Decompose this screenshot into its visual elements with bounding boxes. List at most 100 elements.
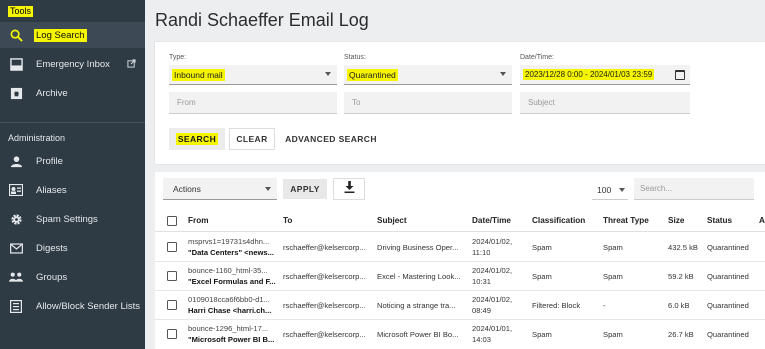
sidebar-item-label: Archive xyxy=(36,87,68,99)
col-threat-type[interactable]: Threat Type xyxy=(603,216,649,225)
sidebar-item-label: Log Search xyxy=(34,28,87,42)
chevron-down-icon xyxy=(325,72,331,76)
classification: Spam xyxy=(532,272,552,281)
sidebar-item-groups[interactable]: Groups xyxy=(0,264,145,290)
table-row[interactable]: bounce-1160_html-35... "Excel Formulas a… xyxy=(155,262,765,291)
table-row[interactable]: bounce-1296_html-17... "Microsoft Power … xyxy=(155,320,765,349)
date: 2024/01/02, xyxy=(472,295,513,304)
subject: Excel - Mastering Look... xyxy=(377,272,461,281)
results-search-input[interactable]: Search... xyxy=(634,178,754,200)
to-input[interactable]: To xyxy=(344,92,512,114)
clear-button[interactable]: CLEAR xyxy=(229,128,275,150)
table-row[interactable]: 0109018cca6f6bb0-d1... Harri Chase <harr… xyxy=(155,291,765,320)
to-address: rschaeffer@kelsercorp... xyxy=(283,330,366,339)
date: 2024/01/02, xyxy=(472,266,513,275)
status-select[interactable]: Quarantined xyxy=(344,65,512,85)
col-status[interactable]: Status xyxy=(707,216,732,225)
row-checkbox[interactable] xyxy=(167,242,177,252)
sidebar-item-profile[interactable]: Profile xyxy=(0,148,145,174)
status: Quarantined xyxy=(707,272,749,281)
status-label: Status: xyxy=(344,54,366,61)
from-name: "Excel Formulas and F... xyxy=(188,277,276,286)
to-address: rschaeffer@kelsercorp... xyxy=(283,272,366,281)
from-input[interactable]: From xyxy=(169,92,337,114)
col-subject[interactable]: Subject xyxy=(377,216,407,225)
classification: Filtered: Block xyxy=(532,301,581,310)
inbox-icon xyxy=(9,57,23,71)
sidebar-item-label: Groups xyxy=(36,271,68,283)
subject-input[interactable]: Subject xyxy=(520,92,690,114)
time: 11:10 xyxy=(472,248,491,257)
envelope-icon xyxy=(9,241,23,255)
threat-type: Spam xyxy=(603,272,623,281)
sidebar-item-spam-settings[interactable]: Spam Settings xyxy=(0,206,145,232)
page-title: Randi Schaeffer Email Log xyxy=(155,10,369,30)
apply-button[interactable]: APPLY xyxy=(283,179,327,199)
sidebar-section-label: Administration xyxy=(8,133,66,143)
classification: Spam xyxy=(532,243,552,252)
type-select[interactable]: Inbound mail xyxy=(169,65,337,85)
from-address: bounce-1160_html-35... xyxy=(188,266,268,275)
col-datetime[interactable]: Date/Time xyxy=(472,216,511,225)
search-button-label: SEARCH xyxy=(175,133,219,145)
from-name: "Data Centers" <news... xyxy=(188,248,274,257)
col-classification[interactable]: Classification xyxy=(532,216,585,225)
person-icon xyxy=(9,154,23,168)
subject: Microsoft Power BI Bo... xyxy=(377,330,459,339)
threat-type: Spam xyxy=(603,243,623,252)
col-from[interactable]: From xyxy=(188,216,208,225)
to-address: rschaeffer@kelsercorp... xyxy=(283,243,366,252)
from-name: Harri Chase <harri.ch... xyxy=(188,306,272,315)
sidebar-item-digests[interactable]: Digests xyxy=(0,235,145,261)
list-icon xyxy=(9,299,23,313)
group-icon xyxy=(9,270,23,284)
time: 10:31 xyxy=(472,277,492,286)
sidebar-divider xyxy=(0,122,145,123)
col-size[interactable]: Size xyxy=(668,216,684,225)
row-checkbox[interactable] xyxy=(167,271,177,281)
chevron-down-icon xyxy=(265,187,271,191)
advanced-search-button[interactable]: ADVANCED SEARCH xyxy=(283,128,379,150)
select-all-checkbox[interactable] xyxy=(167,216,177,226)
datetime-field[interactable]: 2023/12/28 0:00 - 2024/01/03 23:59 xyxy=(520,65,690,85)
table-header: From To Subject Date/Time Classification… xyxy=(155,210,765,232)
sidebar-item-label: Spam Settings xyxy=(36,213,98,225)
threat-type: Spam xyxy=(603,330,623,339)
gear-icon xyxy=(9,212,23,226)
size: 6.0 kB xyxy=(668,301,690,310)
size: 59.2 kB xyxy=(668,272,694,281)
datetime-value: 2023/12/28 0:00 - 2024/01/03 23:59 xyxy=(523,69,655,80)
date: 2024/01/02, xyxy=(472,237,513,246)
sidebar-item-log-search[interactable]: Log Search xyxy=(0,22,145,48)
type-select-value: Inbound mail xyxy=(172,68,225,81)
download-button[interactable] xyxy=(333,178,365,200)
sidebar-header: Tools xyxy=(8,6,34,17)
main-content: Randi Schaeffer Email Log Type: Inbound … xyxy=(145,0,765,349)
search-button[interactable]: SEARCH xyxy=(169,128,225,150)
actions-select[interactable]: Actions xyxy=(163,178,277,200)
size: 26.7 kB xyxy=(668,330,694,339)
sidebar-item-emergency-inbox[interactable]: Emergency Inbox xyxy=(0,51,145,77)
sidebar-item-label: Aliases xyxy=(36,184,67,196)
row-checkbox[interactable] xyxy=(167,329,177,339)
date: 2024/01/01, xyxy=(472,324,513,333)
sidebar-item-aliases[interactable]: Aliases xyxy=(0,177,145,203)
row-checkbox[interactable] xyxy=(167,300,177,310)
table-row[interactable]: msprvs1=19731s4dhn... "Data Centers" <ne… xyxy=(155,233,765,262)
sidebar-item-label: Emergency Inbox xyxy=(36,58,110,70)
search-icon xyxy=(9,28,23,42)
col-to[interactable]: To xyxy=(283,216,292,225)
subject: Noticing a strange tra... xyxy=(377,301,456,310)
chevron-down-icon xyxy=(500,72,506,76)
datetime-label: Date/Time: xyxy=(520,54,554,61)
col-more[interactable]: A xyxy=(759,216,765,225)
results-panel: Actions APPLY 100 Search... From To Subj… xyxy=(155,172,765,349)
sidebar: Tools Log Search Emergency Inbox Archive… xyxy=(0,0,145,349)
sidebar-item-archive[interactable]: Archive xyxy=(0,80,145,106)
per-page-select[interactable]: 100 xyxy=(592,180,628,200)
threat-type: - xyxy=(603,301,606,310)
sidebar-item-allow-block-lists[interactable]: Allow/Block Sender Lists xyxy=(0,293,145,319)
time: 08:49 xyxy=(472,306,492,315)
calendar-icon[interactable] xyxy=(675,70,685,80)
download-icon xyxy=(344,180,355,198)
